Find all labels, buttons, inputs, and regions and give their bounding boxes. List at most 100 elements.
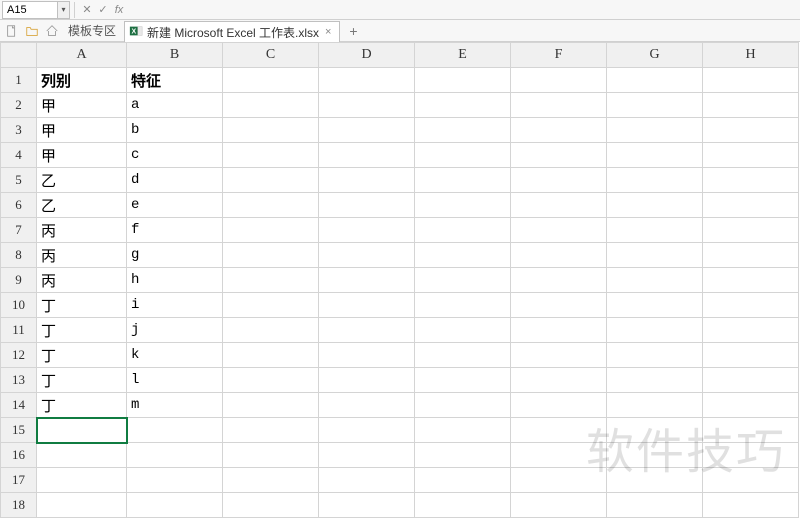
new-file-icon[interactable] (4, 23, 20, 39)
close-tab-icon[interactable]: × (323, 26, 333, 38)
column-header-F[interactable]: F (511, 43, 607, 68)
cell[interactable] (415, 393, 511, 418)
cell-A[interactable]: 丁 (37, 368, 127, 393)
cell[interactable] (415, 268, 511, 293)
cell[interactable] (511, 93, 607, 118)
cell-B[interactable]: i (127, 293, 223, 318)
row-header[interactable]: 14 (1, 393, 37, 418)
name-box-dropdown[interactable]: ▾ (58, 1, 70, 19)
cell-B[interactable]: j (127, 318, 223, 343)
cell[interactable] (415, 493, 511, 518)
cell[interactable] (511, 218, 607, 243)
cell[interactable] (415, 418, 511, 443)
cell[interactable] (703, 268, 799, 293)
cell[interactable] (511, 493, 607, 518)
cell[interactable] (223, 118, 319, 143)
cell-A[interactable]: 丙 (37, 243, 127, 268)
home-icon[interactable] (44, 23, 60, 39)
cell[interactable] (319, 218, 415, 243)
cell[interactable] (607, 443, 703, 468)
cell[interactable] (415, 343, 511, 368)
column-header-A[interactable]: A (37, 43, 127, 68)
cell[interactable] (415, 68, 511, 93)
cell[interactable] (319, 243, 415, 268)
cell[interactable] (319, 493, 415, 518)
select-all-corner[interactable] (1, 43, 37, 68)
cell[interactable] (703, 493, 799, 518)
cell-A[interactable]: 丙 (37, 268, 127, 293)
cell[interactable] (703, 343, 799, 368)
cell-B[interactable]: e (127, 193, 223, 218)
cell[interactable] (511, 343, 607, 368)
cell-B[interactable]: d (127, 168, 223, 193)
cell[interactable] (703, 418, 799, 443)
cell[interactable] (703, 443, 799, 468)
cell-B[interactable]: b (127, 118, 223, 143)
cell-B[interactable]: l (127, 368, 223, 393)
cell[interactable] (415, 143, 511, 168)
cell[interactable] (607, 393, 703, 418)
cell[interactable] (415, 293, 511, 318)
cell[interactable] (607, 368, 703, 393)
cell[interactable] (415, 93, 511, 118)
cell[interactable] (319, 68, 415, 93)
cell[interactable] (415, 118, 511, 143)
cell[interactable] (223, 143, 319, 168)
cell-A15-selected[interactable] (37, 418, 127, 443)
cell[interactable] (415, 243, 511, 268)
cell-B[interactable]: a (127, 93, 223, 118)
cell[interactable] (415, 468, 511, 493)
cell[interactable] (607, 293, 703, 318)
cell[interactable] (607, 168, 703, 193)
cell[interactable] (223, 168, 319, 193)
cell[interactable] (127, 468, 223, 493)
cell[interactable] (511, 118, 607, 143)
cell[interactable] (607, 143, 703, 168)
row-header[interactable]: 18 (1, 493, 37, 518)
cell[interactable] (223, 468, 319, 493)
cell[interactable] (703, 118, 799, 143)
cell[interactable] (511, 418, 607, 443)
cell[interactable] (319, 293, 415, 318)
cell[interactable] (607, 418, 703, 443)
cell[interactable] (703, 93, 799, 118)
cell[interactable] (511, 393, 607, 418)
cell[interactable] (703, 468, 799, 493)
cell[interactable] (223, 418, 319, 443)
row-header[interactable]: 12 (1, 343, 37, 368)
row-header[interactable]: 6 (1, 193, 37, 218)
confirm-icon[interactable]: ✓ (95, 2, 111, 18)
column-header-H[interactable]: H (703, 43, 799, 68)
cell[interactable] (607, 93, 703, 118)
cell[interactable] (607, 68, 703, 93)
cell-B[interactable]: m (127, 393, 223, 418)
cell[interactable] (511, 443, 607, 468)
open-folder-icon[interactable] (24, 23, 40, 39)
document-tab[interactable]: X 新建 Microsoft Excel 工作表.xlsx × (124, 21, 340, 42)
cell[interactable] (415, 318, 511, 343)
cell[interactable] (511, 268, 607, 293)
row-header[interactable]: 5 (1, 168, 37, 193)
row-header[interactable]: 7 (1, 218, 37, 243)
cell[interactable] (319, 393, 415, 418)
cell-B1[interactable]: 特征 (127, 68, 223, 93)
cell[interactable] (415, 218, 511, 243)
cell[interactable] (319, 143, 415, 168)
cell[interactable] (415, 368, 511, 393)
cell-A[interactable]: 丁 (37, 393, 127, 418)
cell[interactable] (223, 193, 319, 218)
cell[interactable] (37, 493, 127, 518)
cell[interactable] (607, 318, 703, 343)
cell[interactable] (127, 493, 223, 518)
cell[interactable] (703, 243, 799, 268)
cell-A[interactable]: 丁 (37, 293, 127, 318)
cell[interactable] (607, 493, 703, 518)
row-header[interactable]: 2 (1, 93, 37, 118)
cell[interactable] (223, 293, 319, 318)
cell-B[interactable]: g (127, 243, 223, 268)
row-header[interactable]: 17 (1, 468, 37, 493)
cell[interactable] (319, 318, 415, 343)
cell-A[interactable]: 乙 (37, 193, 127, 218)
row-header[interactable]: 1 (1, 68, 37, 93)
row-header[interactable]: 16 (1, 443, 37, 468)
